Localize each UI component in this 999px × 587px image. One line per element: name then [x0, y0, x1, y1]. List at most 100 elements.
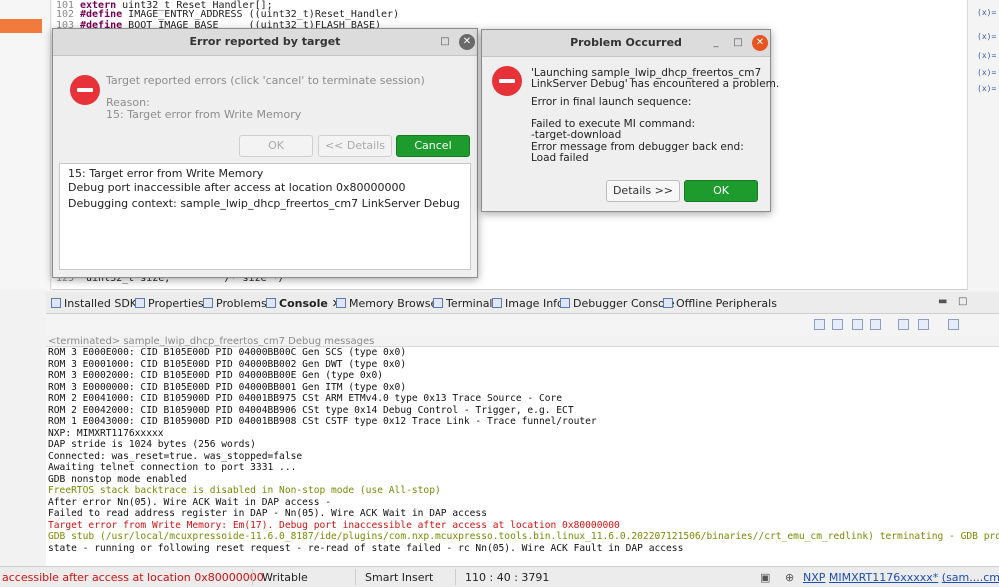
code-line: 102 #define IMAGE_ENTRY_ADDRESS ((uint32_…	[52, 9, 399, 20]
detail-row: Debugging context: sample_lwip_dhcp_free…	[68, 197, 460, 210]
tab-problems[interactable]: Problems	[203, 295, 267, 311]
status-insert-mode: Smart Insert	[365, 571, 434, 584]
console-line: ROM 3 E000E000: CID B105E00D PID 04000BB…	[48, 347, 407, 358]
tab-terminal[interactable]: Terminal	[433, 295, 493, 311]
target-vendor-link[interactable]: NXP	[803, 571, 825, 584]
console-line: Awaiting telnet connection to port 3331 …	[48, 462, 297, 473]
error-stop-icon	[70, 75, 100, 105]
view-tab-bar: Installed SDKs Properties Problems Conso…	[46, 292, 999, 314]
target-project-link[interactable]: (sam....cm7)	[942, 571, 999, 584]
selected-item-marker	[0, 19, 42, 33]
status-chip-icon: ▣	[760, 571, 771, 584]
variables-icon[interactable]: (x)=	[977, 8, 996, 20]
problems-icon	[203, 298, 213, 308]
console-line: ROM 3 E0000000: CID B105E00D PID 04000BB…	[48, 381, 407, 393]
tab-label: Problems	[216, 296, 267, 310]
new-console-icon[interactable]	[948, 319, 959, 330]
tab-console[interactable]: Console✕	[266, 295, 341, 311]
target-device-link[interactable]: MIMXRT1176xxxxx*	[829, 571, 938, 584]
console-icon	[266, 298, 276, 308]
tab-offline-peripherals[interactable]: Offline Peripherals	[663, 295, 777, 311]
console-output[interactable]: ROM 3 E000E000: CID B105E00D PID 04000BB…	[46, 346, 999, 566]
error-stop-icon	[492, 66, 522, 96]
console-line: state - running or following reset reque…	[48, 542, 684, 554]
cancel-button[interactable]: Cancel	[396, 135, 470, 157]
scroll-lock-icon[interactable]	[832, 319, 843, 330]
maximize-icon[interactable]: □	[438, 35, 452, 49]
minimize-icon[interactable]: _	[709, 36, 723, 50]
console-line: ROM 2 E0042000: CID B105900D PID 04004BB…	[48, 404, 574, 416]
tab-image-info[interactable]: Image Info	[492, 295, 564, 311]
error-details-list[interactable]: 15: Target error from Write Memory Debug…	[59, 163, 471, 270]
tab-label: Properties	[148, 296, 204, 310]
display-console-icon[interactable]	[898, 319, 909, 330]
close-icon[interactable]: ✕	[752, 35, 768, 51]
error-dialog-title: Error reported by target	[189, 35, 341, 48]
maximize-icon[interactable]: □	[731, 36, 745, 50]
variables-icon[interactable]: (x)=	[977, 68, 996, 80]
problem-message-line2: LinkServer Debug' has encountered a prob…	[531, 78, 780, 90]
variables-icon[interactable]: (x)=	[977, 32, 996, 44]
problem-dialog: Problem Occurred _ □ ✕ 'Launching sample…	[481, 29, 779, 212]
tab-installed-sdks[interactable]: Installed SDKs	[51, 295, 143, 311]
peripherals-icon	[663, 298, 673, 308]
console-line: GDB stub (/usr/local/mcuxpressoide-11.6.…	[48, 531, 999, 542]
status-target[interactable]: NXP MIMXRT1176xxxxx* (sam....cm7)	[803, 571, 999, 584]
console-line: GDB nonstop mode enabled	[48, 473, 187, 485]
close-icon[interactable]: ✕	[459, 34, 475, 50]
console-line: FreeRTOS stack backtrace is disabled in …	[48, 485, 441, 496]
tab-label: Debugger Console	[573, 296, 675, 310]
terminal-icon	[433, 298, 443, 308]
problem-error-header: Error in final launch sequence:	[531, 96, 692, 108]
code-keyword: #define	[80, 9, 123, 20]
variables-icon[interactable]: (x)=	[977, 51, 996, 63]
tab-properties[interactable]: Properties	[135, 295, 204, 311]
error-message: Target reported errors (click 'cancel' t…	[106, 74, 425, 87]
problem-dialog-titlebar[interactable]: Problem Occurred _ □ ✕	[482, 30, 770, 57]
open-console-icon[interactable]	[918, 319, 929, 330]
error-dialog-titlebar[interactable]: Error reported by target □ ✕	[53, 29, 477, 56]
maximize-view-icon[interactable]: □	[958, 296, 967, 307]
pin-console-icon[interactable]	[870, 319, 881, 330]
problem-detail-line: -target-download	[531, 129, 622, 141]
details-button[interactable]: Details >>	[606, 180, 680, 202]
variables-icon[interactable]: (x)=	[977, 84, 996, 96]
status-error-message: accessible after access at location 0x80…	[2, 571, 264, 584]
status-bar: accessible after access at location 0x80…	[0, 566, 999, 587]
tab-label: Image Info	[505, 296, 564, 310]
problem-detail-line: Load failed	[531, 152, 589, 164]
tab-label: Memory Browser	[349, 296, 442, 310]
detail-row: 15: Target error from Write Memory	[68, 167, 264, 180]
line-number: 102	[55, 9, 74, 20]
problem-dialog-title: Problem Occurred	[570, 36, 682, 49]
clear-console-icon[interactable]	[814, 319, 825, 330]
status-writable: Writable	[262, 571, 308, 584]
status-divider	[455, 569, 456, 585]
detail-row: Debug port inaccessible after access at …	[68, 181, 406, 194]
status-cursor-position: 110 : 40 : 3791	[465, 571, 550, 584]
status-core-icon: ⊕	[785, 571, 795, 584]
console-line: ROM 3 E0002000: CID B105E00D PID 04000BB…	[48, 370, 384, 381]
word-wrap-icon[interactable]	[852, 319, 863, 330]
debugger-console-icon	[560, 298, 570, 308]
console-line: After error Nn(05). Wire ACK Wait in DAP…	[48, 496, 332, 508]
tab-debugger-console[interactable]: Debugger Console	[560, 295, 675, 311]
tab-label: Console	[279, 296, 328, 310]
error-dialog: Error reported by target □ ✕ Target repo…	[52, 28, 478, 278]
console-line: NXP: MIMXRT1176xxxxx	[48, 427, 164, 439]
tab-label: Offline Peripherals	[676, 296, 777, 310]
sdk-icon	[51, 298, 61, 308]
console-toolbar	[46, 314, 999, 336]
status-divider	[252, 569, 253, 585]
ok-button[interactable]: OK	[239, 135, 313, 157]
details-button[interactable]: << Details	[318, 135, 392, 157]
console-line: Failed to read address register in DAP -…	[48, 508, 487, 519]
console-line: Target error from Write Memory: Em(17). …	[48, 519, 620, 531]
tab-label: Terminal	[446, 296, 493, 310]
ide-window: { "editor": { "lines": [ {"num": "101", …	[0, 0, 999, 587]
console-line: ROM 3 E0001000: CID B105E00D PID 04000BB…	[48, 358, 407, 370]
ok-button[interactable]: OK	[684, 180, 758, 202]
tab-memory-browser[interactable]: Memory Browser	[336, 295, 442, 311]
minimize-view-icon[interactable]: ▬	[938, 296, 947, 307]
properties-icon	[135, 298, 145, 308]
